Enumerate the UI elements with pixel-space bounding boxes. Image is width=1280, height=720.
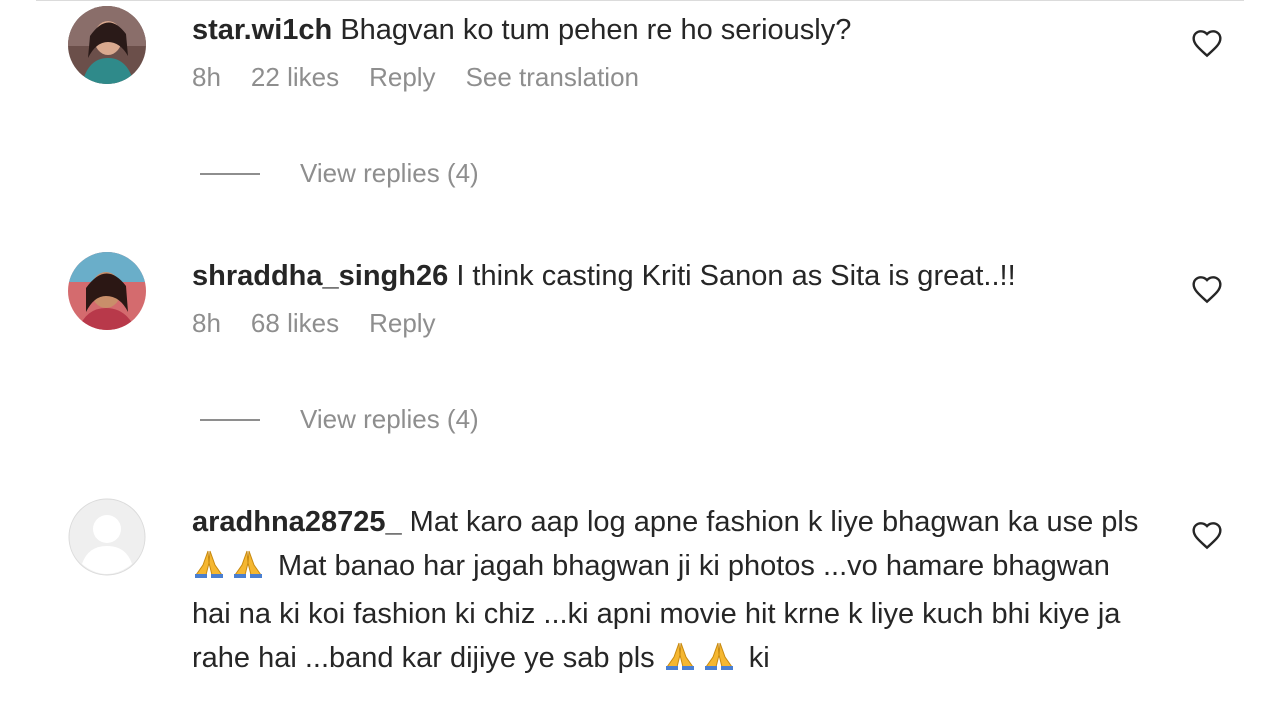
view-replies-button[interactable]: View replies (4) [200,404,479,435]
comment-text: shraddha_singh26 I think casting Kriti S… [192,254,1152,298]
comment-time: 8h [192,62,221,92]
replies-divider [200,172,260,175]
likes-count[interactable]: 68 likes [251,308,339,339]
comment-content: I think casting Kriti Sanon as Sita is g… [456,260,1016,292]
comment-text: star.wi1ch Bhagvan ko tum pehen re ho se… [192,8,1152,52]
comment-username[interactable]: aradhna28725_ [192,506,402,538]
avatar[interactable] [68,6,146,84]
comment-content-tail: ki [740,642,770,674]
see-translation-button[interactable]: See translation [466,62,639,93]
comment-content: Mat karo aap log apne fashion k liye bha… [409,506,1139,538]
like-heart-icon[interactable] [1191,520,1223,550]
view-replies-button[interactable]: View replies (4) [200,158,479,189]
comment-text: aradhna28725_ Mat karo aap log apne fash… [192,500,1152,684]
comment-meta: 8h 22 likes Reply See translation [192,62,1152,93]
likes-count[interactable]: 22 likes [251,62,339,93]
folded-hands-icon [192,548,226,592]
top-divider [36,0,1244,1]
comment-username[interactable]: star.wi1ch [192,14,332,46]
avatar-placeholder[interactable] [68,498,146,576]
folded-hands-icon [226,548,270,592]
comment-content: Bhagvan ko tum pehen re ho seriously? [340,14,852,46]
like-heart-icon[interactable] [1191,28,1223,58]
folded-hands-icon [663,640,697,684]
comment-content-continued: Mat banao har jagah bhagwan ji ki photos… [192,550,1121,674]
view-replies-label: View replies (4) [300,404,479,434]
view-replies-label: View replies (4) [300,158,479,188]
folded-hands-icon [697,640,741,684]
replies-divider [200,418,260,421]
comment-username[interactable]: shraddha_singh26 [192,260,448,292]
reply-button[interactable]: Reply [369,308,435,339]
reply-button[interactable]: Reply [369,62,435,93]
avatar[interactable] [68,252,146,330]
comment-meta: 8h 68 likes Reply [192,308,1152,339]
like-heart-icon[interactable] [1191,274,1223,304]
comment-time: 8h [192,308,221,338]
